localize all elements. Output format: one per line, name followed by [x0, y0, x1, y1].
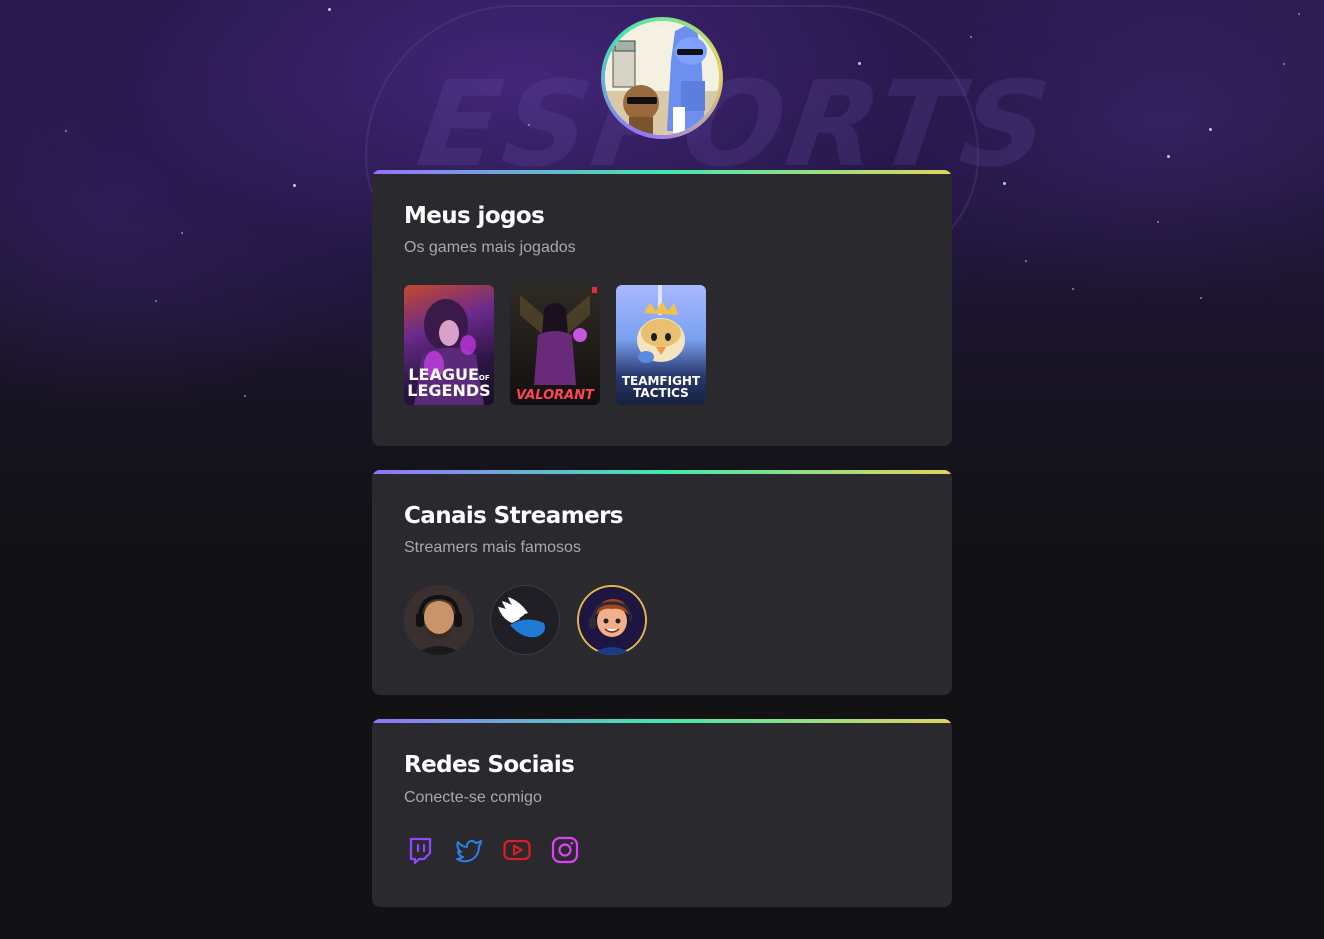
teamfight-tactics-logo: TEAMFIGHT TACTICS — [616, 375, 706, 399]
streamer-avatar-2[interactable] — [490, 585, 560, 655]
profile-avatar — [601, 17, 723, 139]
streamer-avatar-3-cartoon-icon — [579, 587, 645, 655]
tft-line2: TACTICS — [633, 386, 689, 400]
social-subtitle: Conecte-se comigo — [404, 789, 542, 806]
star — [1200, 297, 1202, 299]
profile-avatar-cartoon-icon — [605, 21, 719, 135]
star — [1157, 221, 1159, 223]
streamer-avatar-1-icon — [404, 585, 474, 655]
star — [1209, 128, 1212, 131]
star — [528, 124, 530, 126]
star — [1072, 288, 1074, 290]
star — [1167, 155, 1170, 158]
star — [1298, 13, 1300, 15]
lol-line2: LEGENDS — [407, 381, 491, 400]
streamer-avatar-3[interactable] — [577, 585, 647, 655]
star — [1283, 63, 1285, 65]
star — [65, 130, 67, 132]
streamer-avatar-2-winged-logo-icon — [498, 597, 545, 638]
league-of-legends-logo: LEAGUEOF LEGENDS — [404, 367, 494, 399]
profile-avatar-image — [605, 21, 719, 135]
games-title: Meus jogos — [404, 203, 545, 229]
valorant-logo: VALORANT — [516, 388, 594, 403]
star — [328, 8, 331, 11]
streamers-title: Canais Streamers — [404, 503, 624, 529]
youtube-icon[interactable] — [502, 835, 532, 865]
star — [1003, 182, 1006, 185]
star — [970, 36, 972, 38]
valorant-cover-icon — [520, 287, 597, 385]
twitter-icon[interactable] — [454, 835, 484, 865]
star — [181, 232, 183, 234]
star — [244, 395, 246, 397]
star — [293, 184, 296, 187]
games-subtitle: Os games mais jogados — [404, 239, 576, 256]
instagram-icon[interactable] — [550, 835, 580, 865]
streamer-avatar-1[interactable] — [404, 585, 474, 655]
games-card: Meus jogos Os games mais jogados LEAGUEO… — [372, 170, 952, 446]
twitch-icon[interactable] — [405, 835, 435, 865]
social-title: Redes Sociais — [404, 752, 575, 778]
game-league-of-legends[interactable]: LEAGUEOF LEGENDS — [404, 285, 494, 405]
star — [1025, 260, 1027, 262]
streamers-card: Canais Streamers Streamers mais famosos — [372, 470, 952, 695]
star — [858, 62, 861, 65]
game-valorant[interactable]: VALORANT — [510, 285, 600, 405]
social-card: Redes Sociais Conecte-se comigo — [372, 719, 952, 907]
streamers-subtitle: Streamers mais famosos — [404, 539, 581, 556]
game-teamfight-tactics[interactable]: TEAMFIGHT TACTICS — [616, 285, 706, 405]
star — [155, 300, 157, 302]
